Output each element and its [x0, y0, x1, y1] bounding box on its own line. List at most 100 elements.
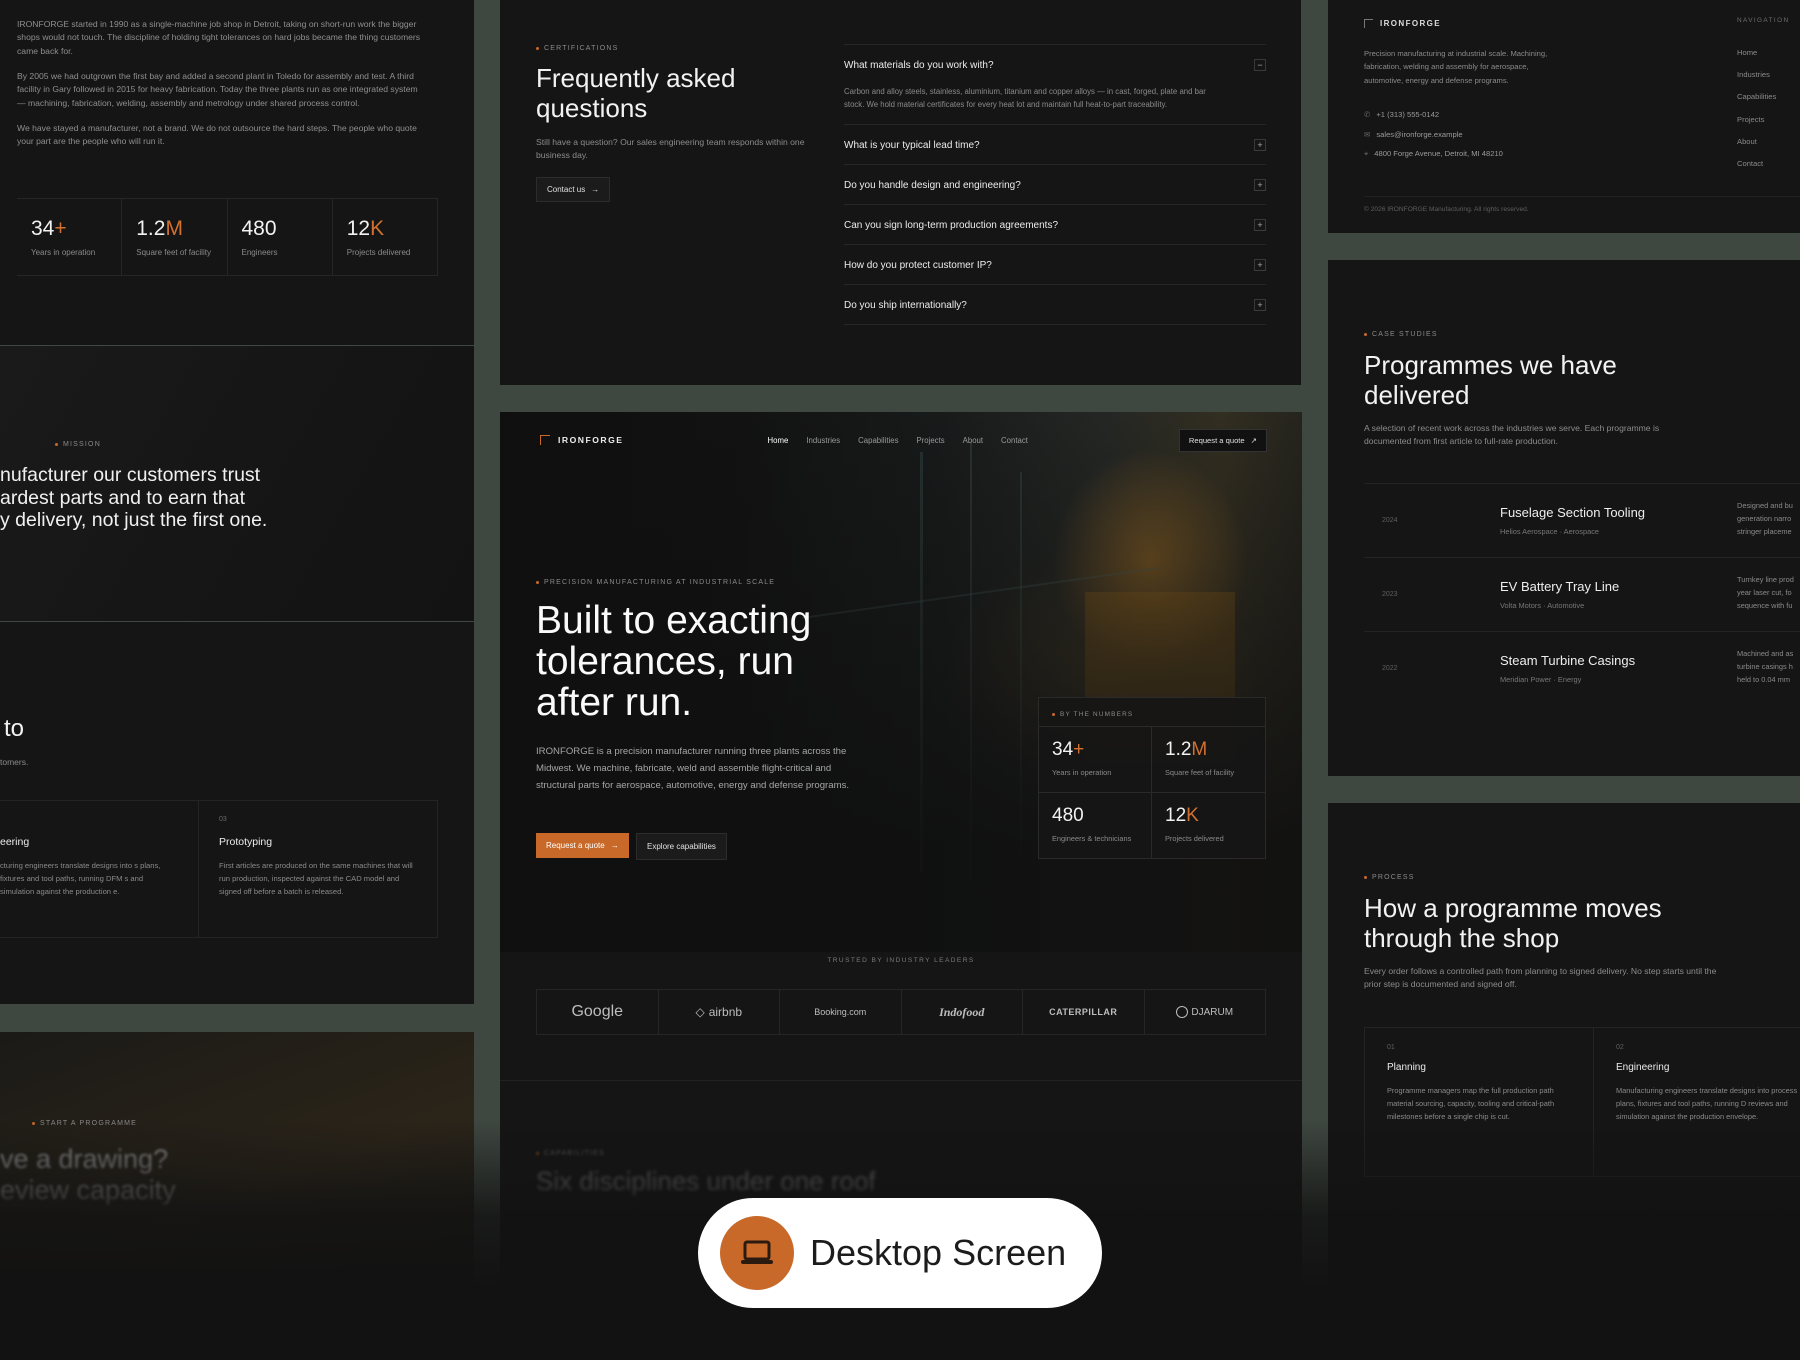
faq-item[interactable]: Can you sign long-term production agreem…: [844, 205, 1266, 245]
faq-item[interactable]: What is your typical lead time? +: [844, 125, 1266, 165]
case-row[interactable]: 2023 EV Battery Tray Line Volta Motors ·…: [1364, 558, 1800, 632]
card-number: 03: [219, 816, 227, 823]
mission-statement: nufacturer our customers trust ardest pa…: [0, 464, 268, 532]
faq-item[interactable]: Do you handle design and engineering? +: [844, 165, 1266, 205]
cta-panel: Start a programme ve a drawing? eview ca…: [0, 1032, 474, 1360]
footer-panel: IRONFORGE Precision manufacturing at ind…: [1328, 0, 1800, 233]
footer-brand: IRONFORGE: [1364, 19, 1441, 28]
mail-icon: ✉: [1364, 129, 1371, 139]
card-number: [0, 816, 198, 826]
mission-panel: Mission nufacturer our customers trust a…: [0, 346, 474, 621]
case-desc: Machined and as turbine casings h held t…: [1737, 649, 1794, 684]
logo-strip: Google ◇ airbnb Booking.com Indofood CATE…: [536, 989, 1266, 1035]
stat-suffix: M: [165, 217, 183, 240]
logo-icon: [540, 435, 550, 445]
client-logo-google: Google: [537, 990, 659, 1034]
nav-projects[interactable]: Projects: [916, 436, 944, 445]
nav-contact[interactable]: Contact: [1001, 436, 1028, 445]
numbers-label: By the numbers: [1052, 711, 1133, 718]
faq-question: How do you protect customer IP?: [844, 259, 992, 271]
stat-label: Engineers: [241, 248, 278, 257]
request-quote-nav-button[interactable]: Request a quote ↗: [1178, 428, 1267, 452]
request-quote-button[interactable]: Request a quote →: [536, 833, 629, 858]
nav-about[interactable]: About: [963, 436, 983, 445]
nav-home[interactable]: Home: [768, 436, 789, 445]
faq-eyebrow: Certifications: [536, 45, 619, 52]
stat: 480 Engineers & technicians: [1039, 793, 1152, 859]
phone-icon: ✆: [1364, 110, 1371, 119]
faq-answer: Carbon and alloy steels, stainless, alum…: [844, 87, 1206, 110]
contact-us-button[interactable]: Contact us →: [536, 177, 611, 202]
arrow-up-right-icon: ↗: [1250, 435, 1257, 445]
capabilities-heading: to: [4, 715, 25, 742]
capabilities-sub: tomers.: [0, 757, 29, 767]
case-row[interactable]: 2022 Steam Turbine Casings Meridian Powe…: [1364, 632, 1800, 706]
faq-list: What materials do you work with? Carbon …: [844, 44, 1266, 325]
phone-row[interactable]: ✆ +1 (313) 555-0142: [1364, 105, 1503, 125]
explore-capabilities-button[interactable]: Explore capabilities: [636, 833, 727, 860]
email-row[interactable]: ✉ sales@ironforge.example: [1364, 125, 1503, 145]
step-title: Planning: [1387, 1062, 1426, 1073]
case-row[interactable]: 2024 Fuselage Section Tooling Helios Aer…: [1364, 484, 1800, 558]
arrow-right-icon: →: [591, 185, 600, 194]
minus-icon[interactable]: −: [1254, 59, 1266, 71]
process-panel: Process How a programme moves through th…: [1328, 803, 1800, 1360]
numbers-card: By the numbers 34+ Years in operation 1.…: [1038, 697, 1266, 859]
brand-logo[interactable]: IRONFORGE: [558, 435, 624, 445]
case-text: A selection of recent work across the in…: [1364, 423, 1660, 447]
stat-suffix: +: [54, 217, 67, 240]
footer-nav-projects[interactable]: Projects: [1737, 109, 1776, 131]
case-title: Steam Turbine Casings: [1500, 653, 1636, 668]
footer-nav-capabilities[interactable]: Capabilities: [1737, 86, 1776, 108]
stat: 1.2M Square feet of facility: [1152, 727, 1265, 793]
faq-question: What materials do you work with?: [844, 60, 994, 71]
faq-item[interactable]: Do you ship internationally? +: [844, 285, 1266, 325]
plus-icon[interactable]: +: [1254, 178, 1266, 191]
stat-value: 12: [346, 217, 371, 240]
client-logo-booking: Booking.com: [780, 990, 902, 1034]
stat: 1.2M Square feet of facility: [122, 199, 228, 275]
case-eyebrow: Case studies: [1364, 331, 1438, 338]
arrow-right-icon: →: [610, 841, 619, 850]
plus-icon[interactable]: +: [1254, 258, 1266, 271]
plus-icon[interactable]: +: [1254, 298, 1266, 311]
plus-icon[interactable]: +: [1254, 138, 1266, 151]
main-nav: Home Industries Capabilities Projects Ab…: [768, 436, 1028, 445]
process-step: 02 Engineering Manufacturing engineers t…: [1594, 1028, 1800, 1176]
stat-value: 480: [241, 217, 277, 240]
case-year: 2023: [1382, 591, 1398, 598]
plus-icon[interactable]: +: [1254, 218, 1266, 231]
footer-nav: Home Industries Capabilities Projects Ab…: [1737, 42, 1776, 175]
stat-label: Years in operation: [31, 248, 96, 257]
about-panel: IRONFORGE started in 1990 as a single-ma…: [0, 0, 474, 345]
footer-nav-about[interactable]: About: [1737, 131, 1776, 153]
logo-icon: [1364, 19, 1373, 28]
card-text: First articles are produced on the same …: [219, 861, 413, 896]
stat: 12K Projects delivered: [1165, 805, 1224, 843]
footer-nav-home[interactable]: Home: [1737, 42, 1776, 64]
process-eyebrow: Process: [1364, 874, 1415, 881]
footer-contacts: ✆ +1 (313) 555-0142 ✉ sales@ironforge.exam…: [1364, 105, 1503, 164]
step-number: 02: [1616, 1044, 1624, 1051]
capability-cards: eering cturing engineers translate desig…: [0, 800, 438, 938]
case-title: Programmes we have delivered: [1364, 350, 1617, 410]
faq-question: Can you sign long-term production agreem…: [844, 219, 1059, 231]
numbers-grid: 34+ Years in operation 1.2M Square feet …: [1039, 726, 1265, 859]
card-title: eering: [0, 836, 30, 848]
footer-nav-industries[interactable]: Industries: [1737, 64, 1776, 86]
nav-industries[interactable]: Industries: [806, 436, 840, 445]
faq-question: Do you ship internationally?: [844, 299, 967, 311]
faq-item[interactable]: What materials do you work with? Carbon …: [844, 45, 1266, 125]
trusted-label: Trusted by industry leaders: [827, 957, 975, 964]
mission-eyebrow: Mission: [55, 441, 101, 448]
stat-value: 34: [31, 217, 55, 240]
case-list: 2024 Fuselage Section Tooling Helios Aer…: [1364, 483, 1800, 706]
about-paragraph: By 2005 we had outgrown the first bay an…: [17, 70, 418, 108]
stat-label: Projects delivered: [346, 248, 411, 257]
nav-capabilities[interactable]: Capabilities: [858, 436, 898, 445]
footer-nav-contact[interactable]: Contact: [1737, 153, 1776, 175]
step-number: 01: [1387, 1044, 1395, 1051]
stat-label: Square feet of facility: [136, 248, 211, 257]
faq-item[interactable]: How do you protect customer IP? +: [844, 245, 1266, 285]
faq-panel: Certifications Frequently asked question…: [500, 0, 1301, 385]
